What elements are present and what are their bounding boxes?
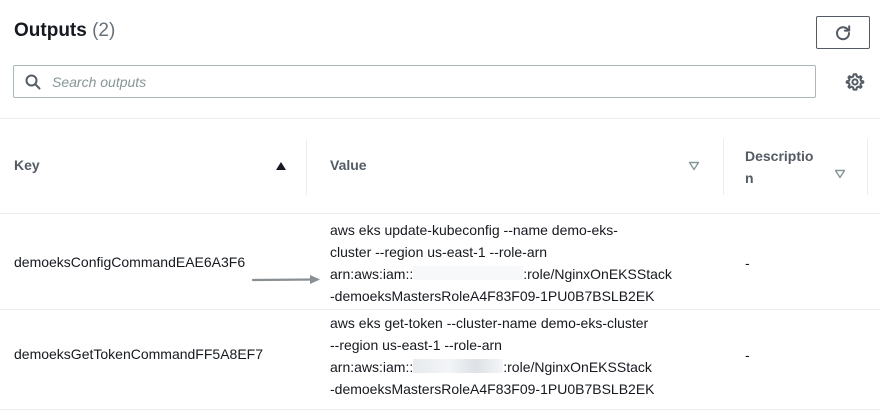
output-value: aws eks update-kubeconfig --name demo-ek…	[330, 219, 710, 307]
value-arn-prefix: arn:aws:iam::	[330, 359, 414, 375]
page-title: Outputs (2)	[14, 20, 115, 42]
outputs-count: (2)	[92, 20, 116, 41]
caret-up-icon[interactable]	[275, 161, 287, 171]
column-header-value[interactable]: Value	[307, 119, 723, 213]
title-text: Outputs	[14, 20, 87, 41]
redacted-account-id	[413, 359, 504, 373]
value-arn-suffix: :role/NginxOnEKSStack	[503, 359, 652, 375]
caret-down-outline-icon[interactable]	[834, 169, 846, 179]
output-value: aws eks get-token --cluster-name demo-ek…	[330, 312, 710, 400]
value-line: arn:aws:iam:::role/NginxOnEKSStack	[330, 356, 710, 378]
value-line: arn:aws:iam:::role/NginxOnEKSStack	[330, 263, 710, 285]
column-header-description[interactable]: Descriptio n	[724, 119, 867, 213]
refresh-button[interactable]	[816, 16, 870, 49]
output-key: demoeksConfigCommandEAE6A3F6	[14, 254, 246, 270]
refresh-icon	[836, 24, 851, 40]
arrow-right-icon	[252, 275, 320, 284]
column-label-description: Descriptio n	[745, 145, 825, 189]
caret-down-outline-icon[interactable]	[688, 161, 700, 171]
output-description: -	[745, 255, 750, 271]
column-divider[interactable]	[867, 139, 868, 195]
output-key: demoeksGetTokenCommandFF5A8EF7	[14, 346, 263, 362]
column-label-description-line2: n	[745, 170, 754, 186]
search-icon	[14, 66, 52, 97]
gear-icon	[845, 73, 865, 91]
settings-button[interactable]	[844, 71, 866, 93]
value-line: -demoeksMastersRoleA4F83F09-1PU0B7BSLB2E…	[330, 288, 655, 304]
value-arn-prefix: arn:aws:iam::	[330, 266, 414, 282]
column-label-value: Value	[330, 157, 367, 173]
value-arn-suffix: :role/NginxOnEKSStack	[523, 266, 672, 282]
value-line: aws eks get-token --cluster-name demo-ek…	[330, 315, 649, 331]
value-line: cluster --region us-east-1 --role-arn	[330, 244, 548, 260]
value-line: -demoeksMastersRoleA4F83F09-1PU0B7BSLB2E…	[330, 381, 655, 397]
search-box	[13, 65, 816, 98]
output-description: -	[745, 347, 750, 363]
table-row: demoeksGetTokenCommandFF5A8EF7 aws eks g…	[0, 310, 880, 410]
redacted-account-id	[413, 266, 524, 280]
value-line: aws eks update-kubeconfig --name demo-ek…	[330, 222, 618, 238]
column-label-description-line1: Descriptio	[745, 148, 814, 164]
value-line: --region us-east-1 --role-arn	[330, 337, 502, 353]
table-row: demoeksConfigCommandEAE6A3F6 aws eks upd…	[0, 214, 880, 310]
column-header-key[interactable]: Key	[0, 119, 306, 213]
search-input[interactable]	[52, 66, 815, 97]
table-header: Key Value Descriptio n	[0, 118, 880, 214]
column-label-key: Key	[14, 157, 40, 173]
outputs-table: Key Value Descriptio n demoeksConfigComm…	[0, 118, 880, 410]
